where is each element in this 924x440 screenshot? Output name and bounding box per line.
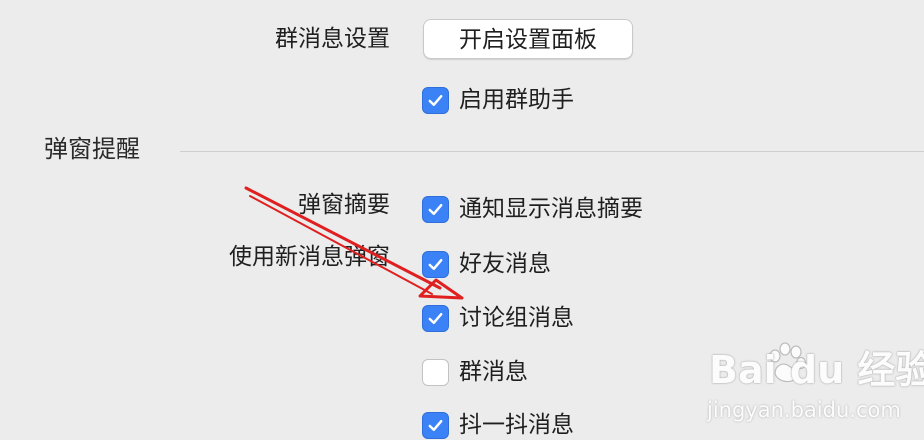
friend-messages-label: 好友消息 xyxy=(459,251,551,277)
option-group-messages[interactable]: 群消息 xyxy=(422,357,528,387)
checkmark-icon xyxy=(428,94,443,106)
group-messages-label: 群消息 xyxy=(459,359,528,385)
checkmark-icon xyxy=(428,203,443,215)
option-show-message-summary[interactable]: 通知显示消息摘要 xyxy=(422,194,643,224)
checkmark-icon xyxy=(428,312,443,324)
use-new-message-popup-label: 使用新消息弹窗 xyxy=(229,244,390,270)
group-message-settings-label: 群消息设置 xyxy=(275,26,390,52)
baidu-jingyan-watermark: Bai du 经验 jingyan.baidu.com xyxy=(705,340,924,430)
popup-reminder-section-title: 弹窗提醒 xyxy=(44,135,140,163)
discussion-group-messages-checkbox[interactable] xyxy=(422,304,449,332)
watermark-brand: Bai du 经验 xyxy=(709,348,924,392)
friend-messages-checkbox[interactable] xyxy=(422,250,449,278)
group-messages-checkbox[interactable] xyxy=(422,358,449,386)
enable-group-assistant-checkbox[interactable] xyxy=(422,86,449,114)
option-discussion-group-messages[interactable]: 讨论组消息 xyxy=(422,303,574,333)
open-settings-panel-button[interactable]: 开启设置面板 xyxy=(423,19,633,59)
enable-group-assistant-checkbox-row[interactable]: 启用群助手 xyxy=(422,85,574,115)
show-message-summary-label: 通知显示消息摘要 xyxy=(459,196,643,222)
show-message-summary-checkbox[interactable] xyxy=(422,195,449,223)
shake-messages-label: 抖一抖消息 xyxy=(459,412,574,438)
discussion-group-messages-label: 讨论组消息 xyxy=(459,305,574,331)
checkmark-icon xyxy=(428,419,443,431)
option-friend-messages[interactable]: 好友消息 xyxy=(422,249,551,279)
popup-summary-label: 弹窗摘要 xyxy=(298,192,390,218)
shake-messages-checkbox[interactable] xyxy=(422,411,449,439)
section-divider xyxy=(180,151,924,152)
option-shake-messages[interactable]: 抖一抖消息 xyxy=(422,410,574,440)
watermark-url: jingyan.baidu.com xyxy=(707,398,901,422)
enable-group-assistant-label: 启用群助手 xyxy=(459,87,574,113)
checkmark-icon xyxy=(428,258,443,270)
